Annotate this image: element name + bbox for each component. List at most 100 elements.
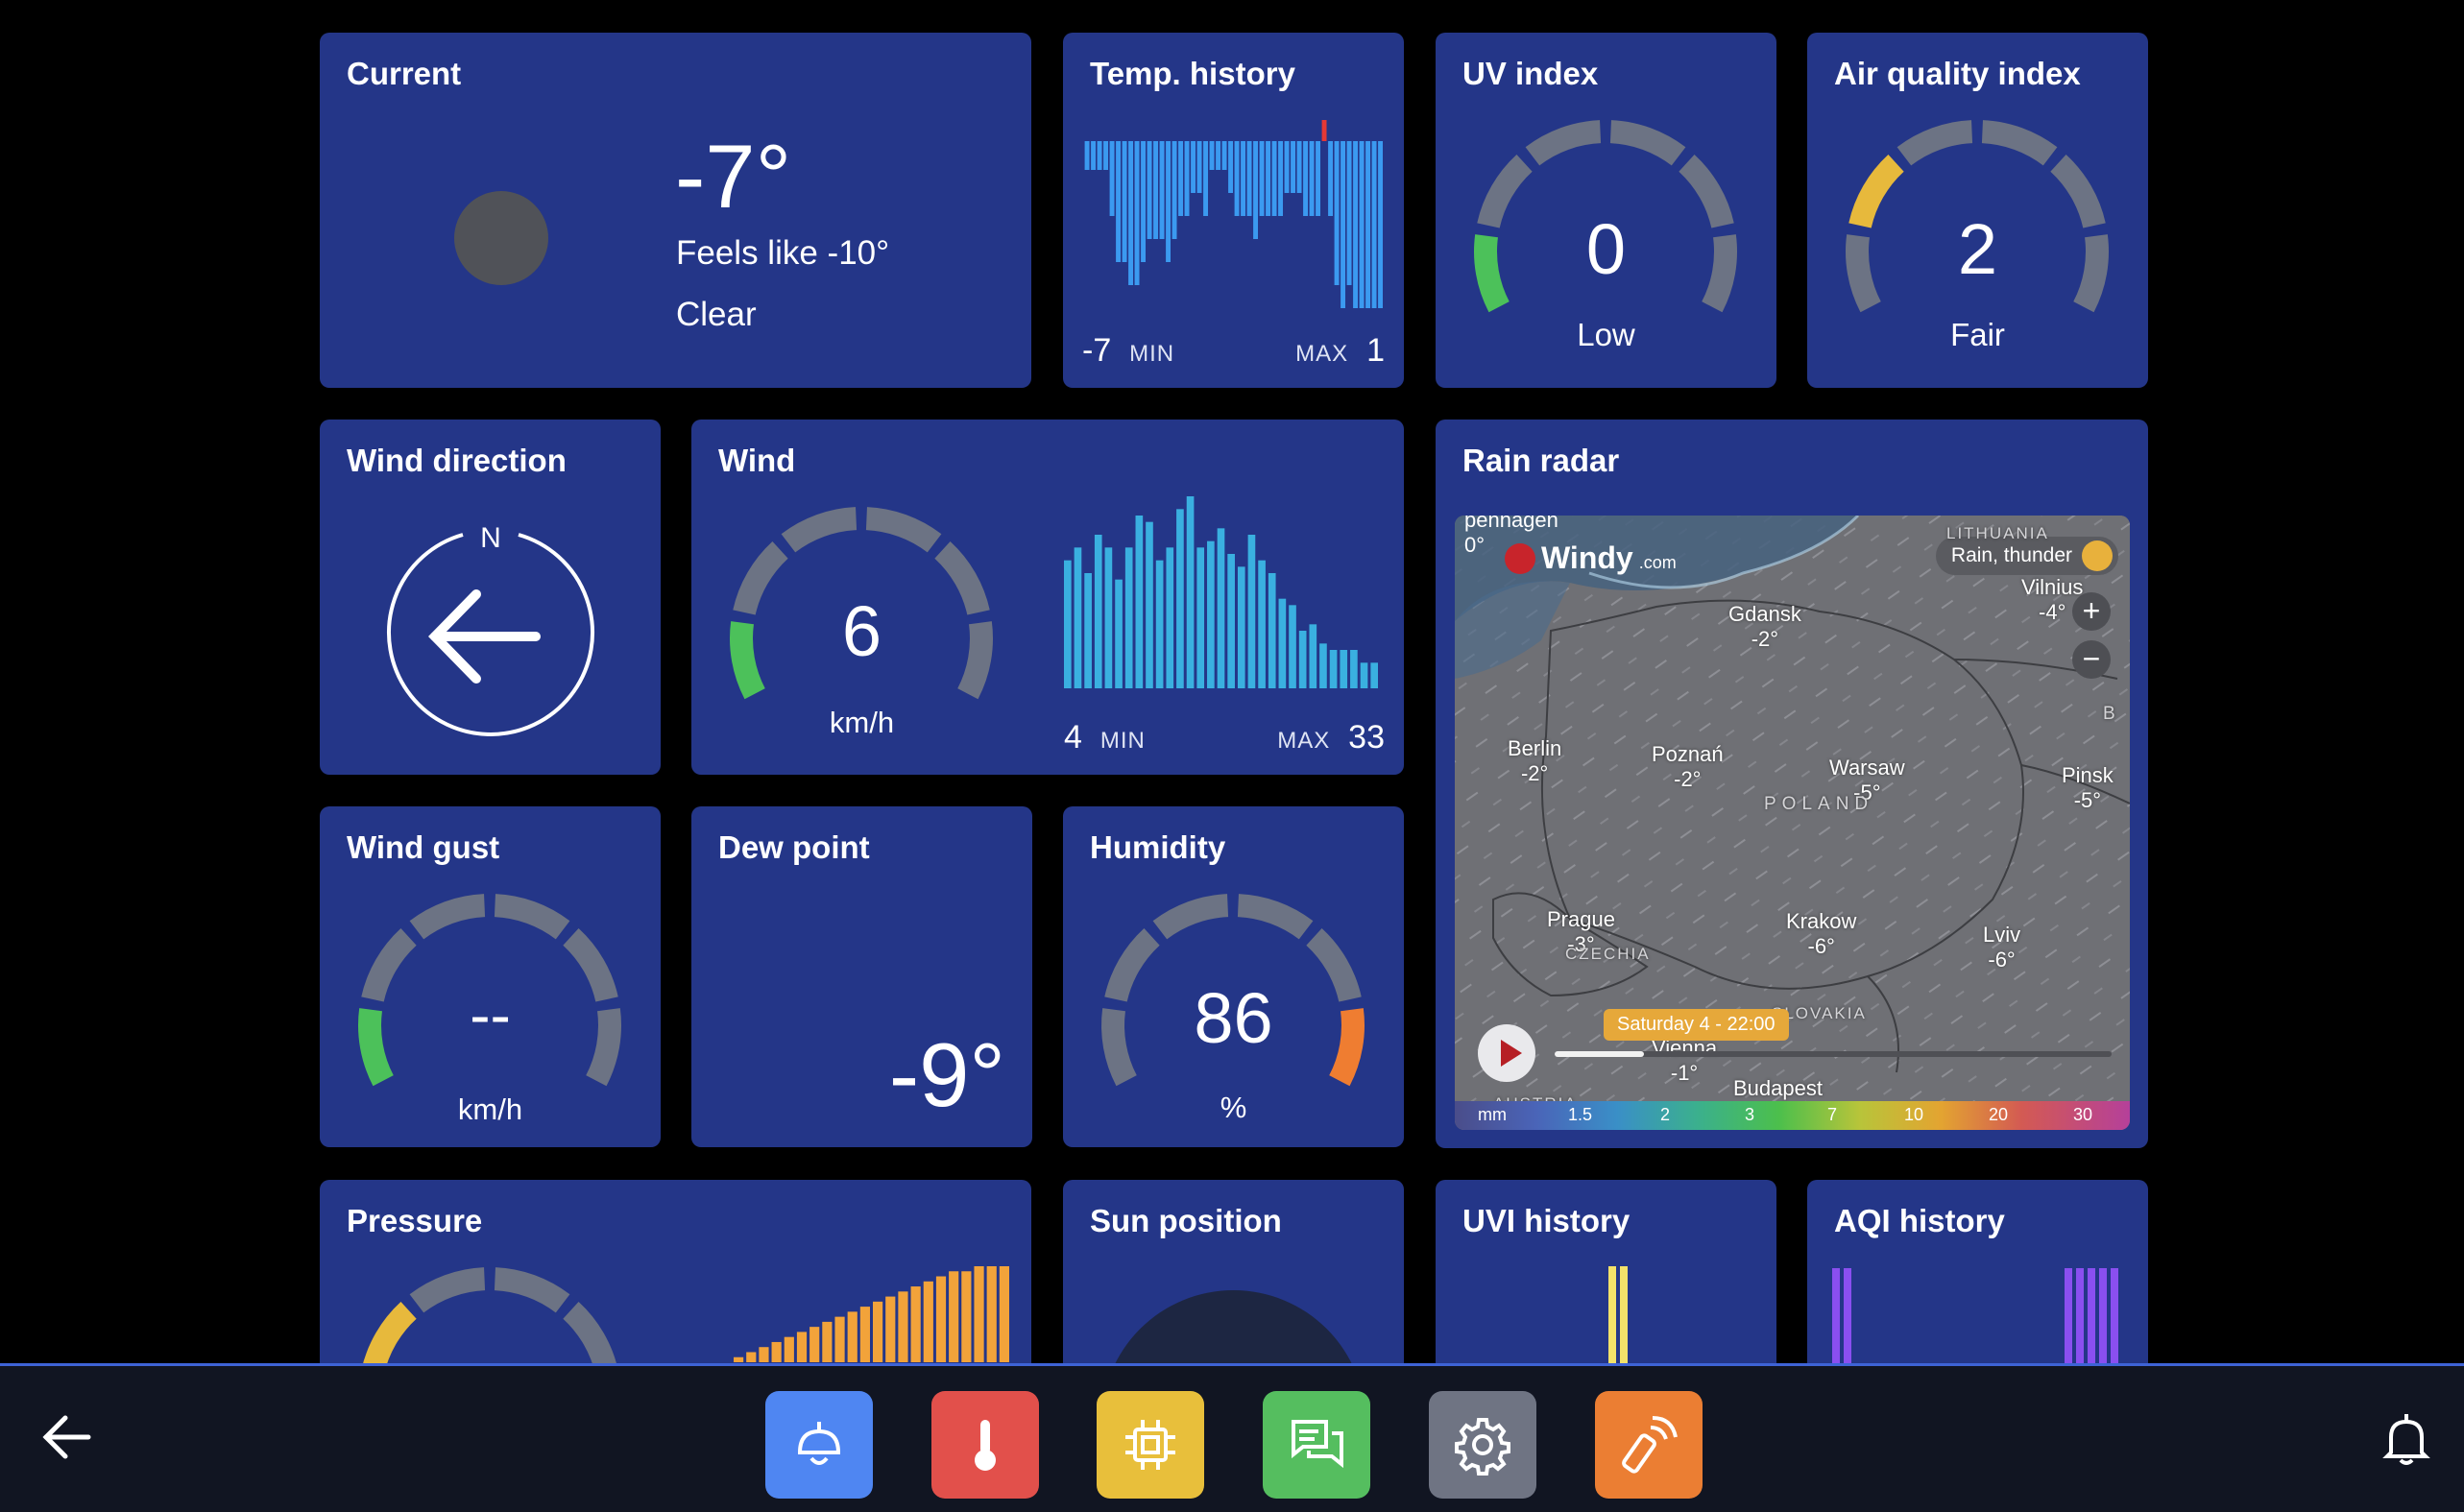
gauge-segment: [1525, 120, 1602, 166]
card-title: AQI history: [1834, 1203, 2005, 1238]
temp-history-bar: [1216, 141, 1220, 170]
temp-history-bar: [1266, 141, 1270, 216]
city-pinsk: Pinsk -5°: [2062, 763, 2114, 812]
chip-app-button[interactable]: [1097, 1391, 1204, 1499]
temp-max-value: 1: [1366, 332, 1385, 369]
humidity-card[interactable]: Humidity 86 %: [1063, 806, 1404, 1147]
wind-history-bar: [1350, 650, 1358, 688]
temp-history-bar: [1341, 141, 1345, 308]
gauge-segment: [409, 1267, 486, 1313]
pressure-history-bar: [834, 1316, 845, 1362]
wind-history-bar: [1124, 547, 1133, 688]
pressure-history-bar: [759, 1347, 769, 1362]
wind-history-bar: [1309, 624, 1317, 688]
wind-min-value: 4: [1064, 719, 1082, 756]
temp-max: MAX 1: [1295, 332, 1385, 370]
air-quality-card[interactable]: Air quality index 2 Fair: [1807, 33, 2148, 388]
pressure-history-bar: [949, 1271, 959, 1362]
notifications-button[interactable]: [2378, 1410, 2435, 1468]
temp-history-bar: [1116, 141, 1121, 262]
wind-history-bar: [1176, 509, 1184, 688]
wind-history-bar: [1370, 662, 1378, 688]
temp-history-bar: [1359, 141, 1365, 308]
temp-history-bar: [1371, 141, 1377, 308]
temp-history-bar: [1122, 141, 1127, 262]
wind-history-bar: [1360, 662, 1368, 688]
temp-history-bar: [1316, 141, 1320, 216]
wind-history-bar: [1196, 547, 1205, 688]
temp-min-value: -7: [1082, 332, 1112, 369]
wind-history-bar: [1115, 579, 1123, 688]
region-poland: POLAND: [1764, 794, 1874, 814]
gauge-segment: [1152, 894, 1229, 940]
thermometer-icon: [975, 1420, 996, 1471]
timeline-timestamp[interactable]: Saturday 4 - 22:00: [1604, 1009, 1789, 1041]
temp-history-bar: [1196, 141, 1202, 193]
region-belarus: B: [2103, 704, 2119, 724]
wind-history-bar: [1064, 560, 1072, 688]
thermometer-app-button[interactable]: [931, 1391, 1039, 1499]
temp-history-bar: [1303, 141, 1308, 216]
remote-app-button[interactable]: [1595, 1391, 1703, 1499]
card-title: Sun position: [1090, 1203, 1282, 1238]
rain-radar-card[interactable]: Rain radar Windy .com penhagen 0° Rain, …: [1436, 420, 2148, 1148]
temp-history-bar: [1253, 141, 1258, 239]
radar-map[interactable]: Windy .com penhagen 0° Rain, thunder + − …: [1455, 516, 2130, 1130]
gauge-segment: [1896, 120, 1973, 166]
pressure-history-bar: [986, 1266, 997, 1362]
play-button[interactable]: [1478, 1024, 1535, 1082]
wind-history-bar: [1298, 631, 1307, 688]
wind-unit: km/h: [829, 706, 895, 739]
dew-point-value: -9°: [888, 1024, 1005, 1125]
wind-value: 6: [841, 591, 882, 671]
pressure-history-bar: [961, 1271, 972, 1362]
aqi-label: Fair: [1950, 317, 2005, 352]
temp-history-bar: [1259, 141, 1265, 216]
card-title: Wind gust: [347, 829, 500, 865]
wind-history-bar: [1094, 535, 1102, 688]
temp-history-bar: [1203, 141, 1208, 216]
temp-history-bar: [1321, 120, 1327, 141]
wind-card[interactable]: Wind 6 km/h 4 MIN MAX 33: [691, 420, 1404, 775]
current-weather-card[interactable]: Current -7° Feels like -10° Clear: [320, 33, 1031, 388]
wind-history-bar: [1237, 566, 1245, 688]
humidity-value: 86: [1194, 978, 1273, 1058]
wind-history-bar: [1319, 643, 1327, 688]
city-budapest: Budapest: [1733, 1076, 1823, 1100]
temp-history-bar: [1147, 141, 1152, 239]
zoom-out-button[interactable]: −: [2072, 640, 2111, 679]
gauge-segment: [865, 507, 942, 553]
dew-point-card[interactable]: Dew point -9°: [691, 806, 1032, 1147]
lamp-app-button[interactable]: [765, 1391, 873, 1499]
min-label: MIN: [1129, 341, 1175, 367]
temp-history-bar: [1109, 141, 1115, 216]
lamp-icon: [797, 1422, 841, 1465]
back-button[interactable]: [38, 1408, 96, 1466]
settings-app-button[interactable]: [1429, 1391, 1536, 1499]
humidity-unit: %: [1220, 1091, 1247, 1124]
chat-app-button[interactable]: [1263, 1391, 1370, 1499]
layer-label: Rain, thunder: [1950, 544, 2072, 566]
card-title: Wind direction: [347, 443, 567, 478]
uv-index-card[interactable]: UV index 0 Low: [1436, 33, 1776, 388]
temp-min: -7 MIN: [1082, 332, 1174, 370]
timeline-track[interactable]: [1555, 1051, 2112, 1057]
wind-history-bar: [1247, 535, 1256, 688]
max-label: MAX: [1277, 728, 1331, 754]
card-title: Humidity: [1090, 829, 1226, 865]
wind-history-bar: [1084, 573, 1092, 688]
temp-history-bar: [1128, 141, 1133, 285]
temp-history-bar: [1084, 141, 1090, 170]
pressure-history-bar: [822, 1321, 833, 1362]
temp-history-bar: [1221, 141, 1227, 170]
card-title: Pressure: [347, 1203, 483, 1238]
max-label: MAX: [1295, 341, 1349, 367]
pressure-history-bar: [974, 1266, 984, 1362]
wind-history-bar: [1289, 605, 1296, 688]
temp-history-card[interactable]: Temp. history -7 MIN MAX 1: [1063, 33, 1404, 388]
wind-gust-card[interactable]: Wind gust -- km/h: [320, 806, 661, 1147]
temp-history-bar: [1296, 141, 1302, 193]
wind-direction-card[interactable]: Wind direction N: [320, 420, 661, 775]
pressure-history-bar: [784, 1336, 794, 1362]
wind-min: 4 MIN: [1064, 719, 1146, 756]
